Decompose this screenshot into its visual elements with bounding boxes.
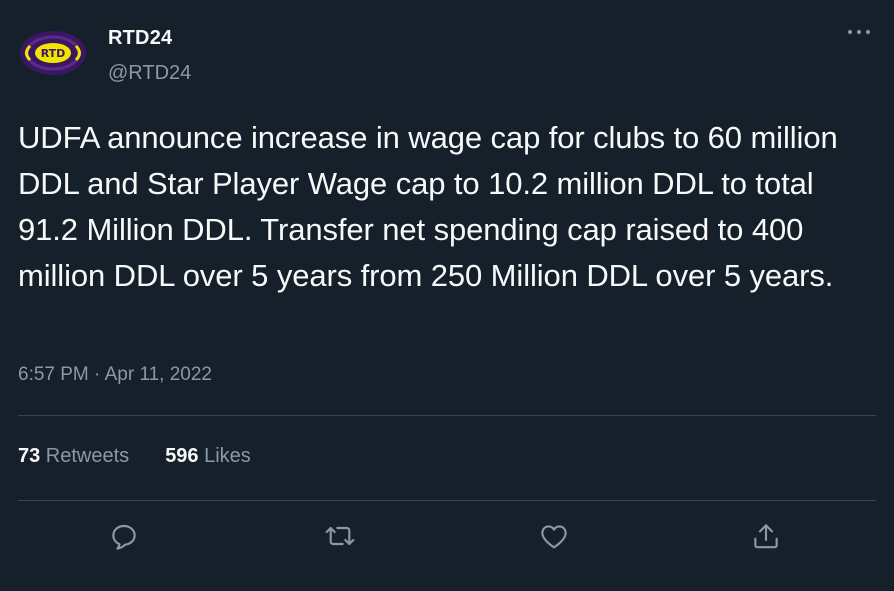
reply-icon — [112, 524, 136, 550]
retweets-label: Retweets — [40, 445, 130, 467]
rtd-logo-icon: RTD — [20, 31, 86, 75]
tweet-timestamp[interactable]: 6:57 PM · Apr 11, 2022 — [18, 364, 212, 386]
likes-stat[interactable]: 596 Likes — [165, 445, 251, 468]
engagement-stats: 73 Retweets 596 Likes — [18, 445, 251, 468]
tweet-card: RTD RTD24 @RTD24 UDFA announce increase … — [0, 0, 894, 591]
likes-label: Likes — [198, 445, 251, 467]
reply-button[interactable] — [104, 516, 144, 556]
svg-text:RTD: RTD — [41, 47, 66, 60]
retweet-icon — [325, 526, 355, 546]
author-handle[interactable]: @RTD24 — [108, 62, 191, 85]
divider — [18, 500, 876, 501]
like-button[interactable] — [534, 516, 574, 556]
avatar[interactable]: RTD — [18, 28, 88, 78]
retweets-stat[interactable]: 73 Retweets — [18, 445, 129, 468]
share-icon — [754, 524, 778, 549]
share-button[interactable] — [746, 516, 786, 556]
divider — [18, 415, 876, 416]
tweet-text: UDFA announce increase in wage cap for c… — [18, 120, 838, 293]
author-display-name[interactable]: RTD24 — [108, 27, 172, 50]
retweets-count: 73 — [18, 445, 41, 467]
heart-icon — [541, 525, 567, 549]
retweet-button[interactable] — [320, 516, 360, 556]
more-dots-icon[interactable] — [844, 22, 874, 42]
likes-count: 596 — [165, 445, 199, 467]
